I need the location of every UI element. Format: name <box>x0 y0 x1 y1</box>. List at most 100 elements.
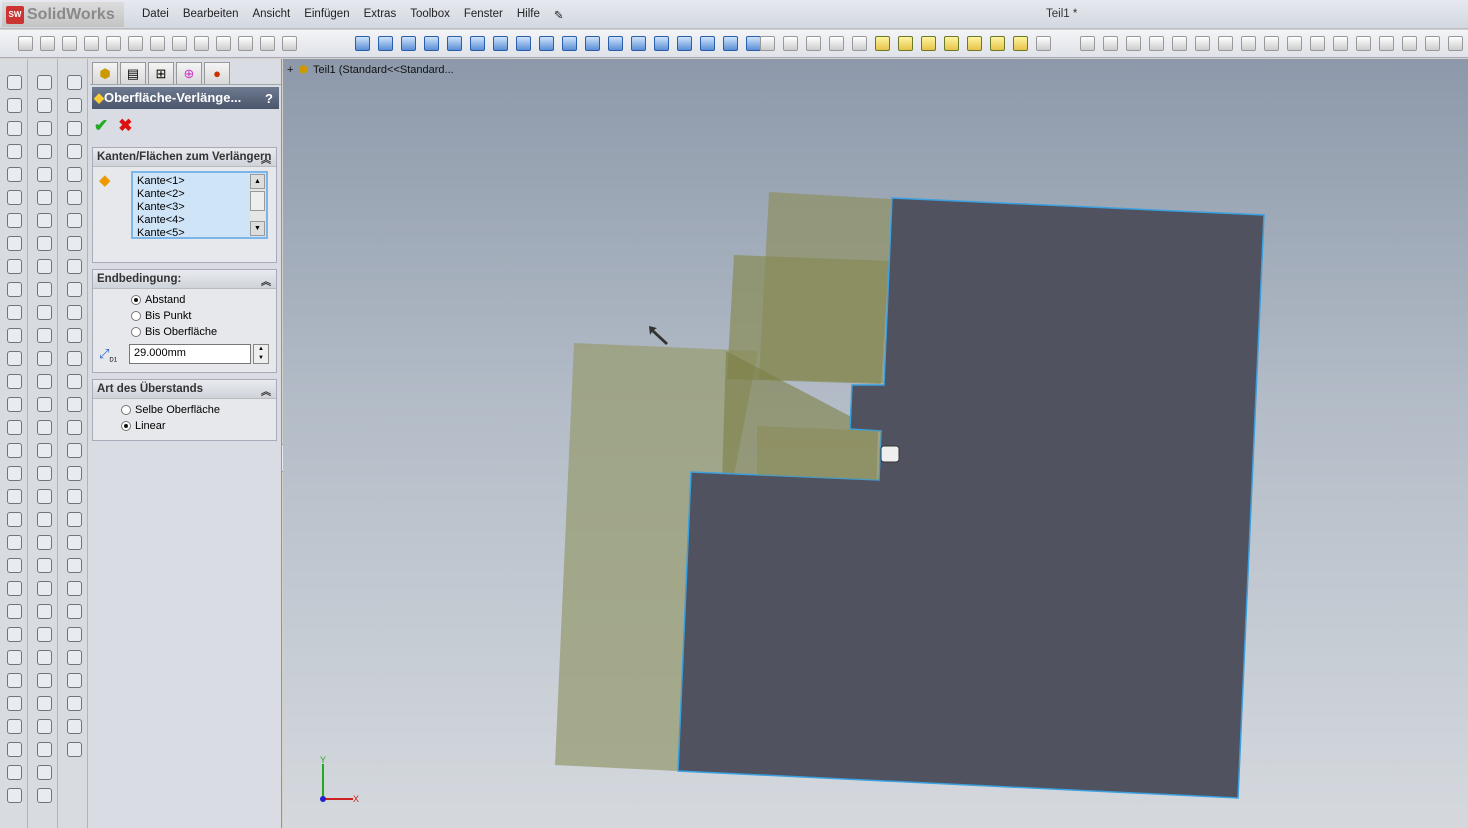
command-button[interactable] <box>67 719 82 734</box>
command-button[interactable] <box>67 236 82 251</box>
command-button[interactable] <box>7 489 22 504</box>
command-button[interactable] <box>7 788 22 803</box>
toolbar-button[interactable] <box>1402 36 1417 51</box>
command-button[interactable] <box>7 98 22 113</box>
edges-listbox[interactable]: Kante<1> Kante<2> Kante<3> Kante<4> Kant… <box>131 171 268 239</box>
command-button[interactable] <box>67 75 82 90</box>
toolbar-button[interactable] <box>1310 36 1325 51</box>
menu-ansicht[interactable]: Ansicht <box>252 8 290 22</box>
list-item[interactable]: Kante<4> <box>137 214 262 227</box>
command-button[interactable] <box>7 581 22 596</box>
collapse-icon[interactable]: ︽ <box>261 151 271 166</box>
toolbar-button[interactable] <box>1036 36 1051 51</box>
command-button[interactable] <box>7 627 22 642</box>
toolbar-button[interactable] <box>654 36 669 51</box>
toolbar-button[interactable] <box>898 36 913 51</box>
command-button[interactable] <box>7 351 22 366</box>
command-button[interactable] <box>37 397 52 412</box>
toolbar-button[interactable] <box>677 36 692 51</box>
toolbar-button[interactable] <box>967 36 982 51</box>
command-button[interactable] <box>37 328 52 343</box>
toolbar-button[interactable] <box>783 36 798 51</box>
radio-bis-punkt[interactable]: Bis Punkt <box>131 308 276 324</box>
command-button[interactable] <box>7 466 22 481</box>
toolbar-button[interactable] <box>1013 36 1028 51</box>
command-button[interactable] <box>37 236 52 251</box>
toolbar-button[interactable] <box>1149 36 1164 51</box>
toolbar-button[interactable] <box>401 36 416 51</box>
toolbar-button[interactable] <box>106 36 121 51</box>
menu-einfuegen[interactable]: Einfügen <box>304 8 349 22</box>
solidworks-logo[interactable]: SW SolidWorks <box>2 2 124 27</box>
command-button[interactable] <box>37 719 52 734</box>
toolbar-button[interactable] <box>723 36 738 51</box>
command-button[interactable] <box>37 167 52 182</box>
cancel-button[interactable]: ✖ <box>118 116 132 136</box>
toolbar-button[interactable] <box>40 36 55 51</box>
command-button[interactable] <box>67 466 82 481</box>
menu-extras[interactable]: Extras <box>364 8 397 22</box>
command-button[interactable] <box>67 98 82 113</box>
collapse-icon[interactable]: ︽ <box>261 273 271 288</box>
list-scrollbar[interactable]: ▲ ▼ <box>250 174 265 236</box>
graphics-area[interactable]: + ⬢ Teil1 (Standard<<Standard... Y X <box>283 59 1468 828</box>
command-button[interactable] <box>67 121 82 136</box>
toolbar-button[interactable] <box>746 36 761 51</box>
command-button[interactable] <box>7 650 22 665</box>
command-button[interactable] <box>67 742 82 757</box>
tab-configuration-manager[interactable]: ⊞ <box>148 62 174 84</box>
toolbar-button[interactable] <box>1218 36 1233 51</box>
command-button[interactable] <box>7 121 22 136</box>
command-button[interactable] <box>67 489 82 504</box>
toolbar-button[interactable] <box>355 36 370 51</box>
toolbar-button[interactable] <box>852 36 867 51</box>
command-button[interactable] <box>7 535 22 550</box>
tab-property-manager[interactable]: ▤ <box>120 62 146 84</box>
command-button[interactable] <box>37 75 52 90</box>
command-button[interactable] <box>37 305 52 320</box>
menu-toolbox[interactable]: Toolbox <box>410 8 450 22</box>
toolbar-button[interactable] <box>84 36 99 51</box>
help-button[interactable]: ? <box>265 91 273 106</box>
command-button[interactable] <box>37 512 52 527</box>
ok-button[interactable]: ✔ <box>94 116 108 136</box>
command-button[interactable] <box>67 443 82 458</box>
toolbar-button[interactable] <box>760 36 775 51</box>
command-button[interactable] <box>67 420 82 435</box>
command-button[interactable] <box>67 167 82 182</box>
menu-datei[interactable]: Datei <box>142 8 169 22</box>
radio-selbe-oberflaeche[interactable]: Selbe Oberfläche <box>121 402 276 418</box>
command-button[interactable] <box>7 282 22 297</box>
toolbar-button[interactable] <box>216 36 231 51</box>
toolbar-button[interactable] <box>282 36 297 51</box>
command-button[interactable] <box>7 397 22 412</box>
command-button[interactable] <box>67 627 82 642</box>
command-button[interactable] <box>7 328 22 343</box>
command-button[interactable] <box>37 558 52 573</box>
command-button[interactable] <box>67 328 82 343</box>
distance-input[interactable]: 29.000mm <box>129 344 251 364</box>
command-button[interactable] <box>67 581 82 596</box>
toolbar-button[interactable] <box>631 36 646 51</box>
toolbar-button[interactable] <box>1241 36 1256 51</box>
toolbar-button[interactable] <box>1356 36 1371 51</box>
toolbar-button[interactable] <box>608 36 623 51</box>
tab-dimxpert[interactable]: ⊕ <box>176 62 202 84</box>
command-button[interactable] <box>37 98 52 113</box>
command-button[interactable] <box>37 213 52 228</box>
toolbar-button[interactable] <box>378 36 393 51</box>
radio-abstand[interactable]: Abstand <box>131 292 276 308</box>
toolbar-button[interactable] <box>944 36 959 51</box>
command-button[interactable] <box>37 742 52 757</box>
command-button[interactable] <box>37 121 52 136</box>
command-button[interactable] <box>7 259 22 274</box>
toolbar-button[interactable] <box>516 36 531 51</box>
command-button[interactable] <box>7 765 22 780</box>
toolbar-button[interactable] <box>806 36 821 51</box>
radio-bis-oberflaeche[interactable]: Bis Oberfläche <box>131 324 276 340</box>
toolbar-button[interactable] <box>1080 36 1095 51</box>
command-button[interactable] <box>67 650 82 665</box>
command-button[interactable] <box>37 627 52 642</box>
toolbar-button[interactable] <box>470 36 485 51</box>
toolbar-button[interactable] <box>128 36 143 51</box>
